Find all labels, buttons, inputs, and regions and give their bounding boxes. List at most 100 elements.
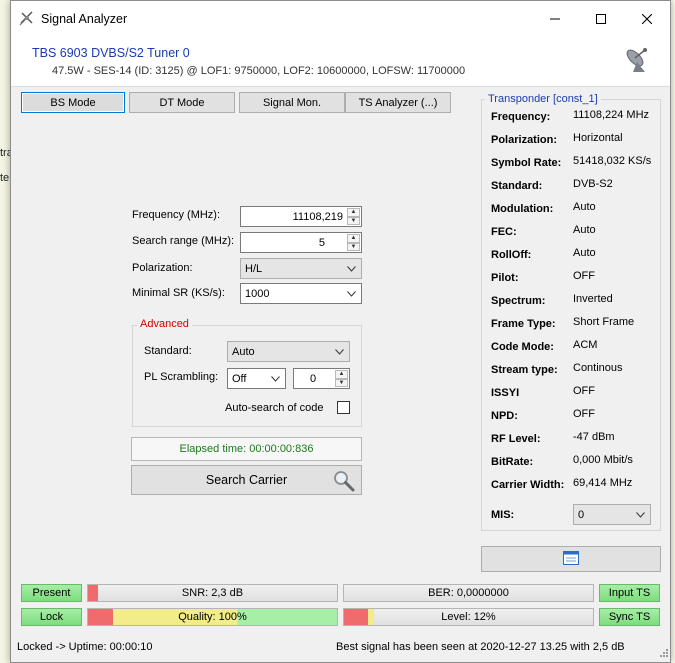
standard-select[interactable]: Auto — [227, 341, 350, 362]
transponder-field-label: BitRate: — [491, 456, 534, 468]
chevron-down-icon[interactable]: ▼ — [347, 216, 360, 225]
search-range-value: 5 — [318, 236, 325, 249]
transponder-field-label: Stream type: — [491, 364, 558, 376]
polarization-value: H/L — [245, 262, 263, 275]
tab-bs-mode[interactable]: BS Mode — [21, 92, 125, 113]
transponder-field-value: Continous — [573, 362, 623, 374]
minimize-button[interactable] — [532, 1, 578, 37]
chevron-down-icon[interactable]: ▼ — [347, 242, 360, 251]
polarization-label: Polarization: — [132, 262, 193, 274]
auto-search-checkbox[interactable] — [337, 401, 350, 414]
ber-label: BER: 0,0000000 — [428, 587, 509, 599]
transponder-field-value: DVB-S2 — [573, 178, 613, 190]
polarization-select[interactable]: H/L — [240, 258, 362, 279]
tab-signal-mon[interactable]: Signal Mon. — [239, 92, 345, 113]
satellite-app-icon — [19, 10, 35, 29]
status-bar: Locked -> Uptime: 00:00:10 Best signal h… — [11, 635, 670, 662]
search-range-label: Search range (MHz): — [132, 235, 235, 247]
satellite-dish-icon — [623, 46, 651, 77]
quality-bar: Quality: 100% — [87, 608, 338, 626]
search-icon — [332, 469, 356, 496]
status-uptime: Locked -> Uptime: 00:00:10 — [17, 641, 153, 653]
chevron-up-icon[interactable]: ▲ — [335, 370, 348, 379]
transponder-field-label: ISSYI — [491, 387, 520, 399]
minimal-sr-label: Minimal SR (KS/s): — [132, 287, 225, 299]
chevron-down-icon[interactable]: ▼ — [335, 378, 348, 387]
sync-ts-indicator[interactable]: Sync TS — [599, 608, 660, 626]
window-toggle-button[interactable] — [481, 546, 661, 572]
chevron-up-icon[interactable]: ▲ — [347, 208, 360, 217]
transponder-group-title: Transponder [const_1] — [485, 93, 601, 105]
elapsed-time-display: Elapsed time: 00:00:00:836 — [131, 437, 362, 461]
device-header: TBS 6903 DVBS/S2 Tuner 0 47.5W - SES-14 … — [11, 37, 670, 87]
transponder-field-value: 11108,224 MHz — [573, 109, 650, 121]
chevron-down-icon — [636, 512, 645, 518]
transponder-field-label: NPD: — [491, 410, 518, 422]
transponder-field-label: Standard: — [491, 180, 543, 192]
transponder-field-label: Polarization: — [491, 134, 558, 146]
transponder-field-value: 0,000 Mbit/s — [573, 454, 633, 466]
pl-scrambling-value: Off — [232, 372, 247, 385]
transponder-field-label: Pilot: — [491, 272, 519, 284]
transponder-field-label: FEC: — [491, 226, 517, 238]
close-button[interactable] — [624, 1, 670, 37]
transponder-field-value: ACM — [573, 339, 598, 351]
standard-value: Auto — [232, 345, 255, 358]
tab-dt-mode[interactable]: DT Mode — [129, 92, 235, 113]
transponder-field-value: OFF — [573, 385, 595, 397]
title-bar[interactable]: Signal Analyzer — [11, 1, 670, 37]
transponder-field-label: Carrier Width: — [491, 479, 565, 491]
frequency-label: Frequency (MHz): — [132, 209, 221, 221]
search-range-input[interactable]: 5 ▲ ▼ — [240, 232, 362, 253]
transponder-field-value: 69,414 MHz — [573, 477, 633, 489]
device-subtitle: 47.5W - SES-14 (ID: 3125) @ LOF1: 975000… — [52, 65, 466, 77]
device-title: TBS 6903 DVBS/S2 Tuner 0 — [32, 46, 190, 60]
transponder-field-label: RollOff: — [491, 249, 532, 261]
transponder-field-label: Code Mode: — [491, 341, 554, 353]
advanced-group-title: Advanced — [137, 318, 192, 330]
level-label: Level: 12% — [441, 611, 496, 623]
present-indicator[interactable]: Present — [21, 584, 82, 602]
minimal-sr-value: 1000 — [245, 287, 270, 300]
mis-select[interactable]: 0 — [573, 504, 651, 525]
chevron-down-icon — [271, 376, 280, 382]
transponder-field-value: OFF — [573, 270, 595, 282]
pl-scrambling-select[interactable]: Off — [227, 368, 286, 389]
transponder-field-label: RF Level: — [491, 433, 541, 445]
transponder-field-value: Inverted — [573, 293, 613, 305]
transponder-field-label: Frequency: — [491, 111, 551, 123]
minimal-sr-select[interactable]: 1000 — [240, 283, 362, 304]
frequency-stepper[interactable]: ▲ ▼ — [347, 208, 360, 225]
transponder-field-value: Auto — [573, 201, 596, 213]
quality-label: Quality: 100% — [178, 611, 247, 623]
frequency-input[interactable]: 11108,219 ▲ ▼ — [240, 206, 362, 227]
window-title: Signal Analyzer — [41, 12, 128, 26]
window-icon — [563, 550, 579, 568]
chevron-up-icon[interactable]: ▲ — [347, 234, 360, 243]
transponder-field-value: -47 dBm — [573, 431, 615, 443]
transponder-field-value: Auto — [573, 224, 596, 236]
mis-label: MIS: — [491, 509, 515, 521]
transponder-field-value: Auto — [573, 247, 596, 259]
standard-label: Standard: — [144, 345, 192, 357]
maximize-button[interactable] — [578, 1, 624, 37]
auto-search-label: Auto-search of code — [225, 402, 324, 414]
pl-scrambling-stepper[interactable]: ▲ ▼ — [335, 370, 348, 387]
search-carrier-button[interactable]: Search Carrier — [131, 465, 362, 495]
transponder-field-label: Spectrum: — [491, 295, 546, 307]
tab-ts-analyzer[interactable]: TS Analyzer (...) — [345, 92, 451, 113]
resize-grip-icon[interactable] — [658, 647, 668, 660]
pl-scrambling-number-input[interactable]: 0 ▲ ▼ — [293, 368, 350, 389]
transponder-field-value: Short Frame — [573, 316, 635, 328]
mis-value: 0 — [578, 508, 585, 521]
search-range-stepper[interactable]: ▲ ▼ — [347, 234, 360, 251]
snr-bar: SNR: 2,3 dB — [87, 584, 338, 602]
input-ts-indicator[interactable]: Input TS — [599, 584, 660, 602]
lock-indicator[interactable]: Lock — [21, 608, 82, 626]
signal-analyzer-window: Signal Analyzer TBS 6903 DVBS/S2 Tuner 0… — [10, 0, 671, 663]
chevron-down-icon — [347, 266, 356, 272]
pl-scrambling-number: 0 — [310, 372, 317, 385]
chevron-down-icon — [347, 291, 356, 297]
transponder-field-value: 51418,032 KS/s — [573, 155, 652, 167]
level-bar: Level: 12% — [343, 608, 594, 626]
